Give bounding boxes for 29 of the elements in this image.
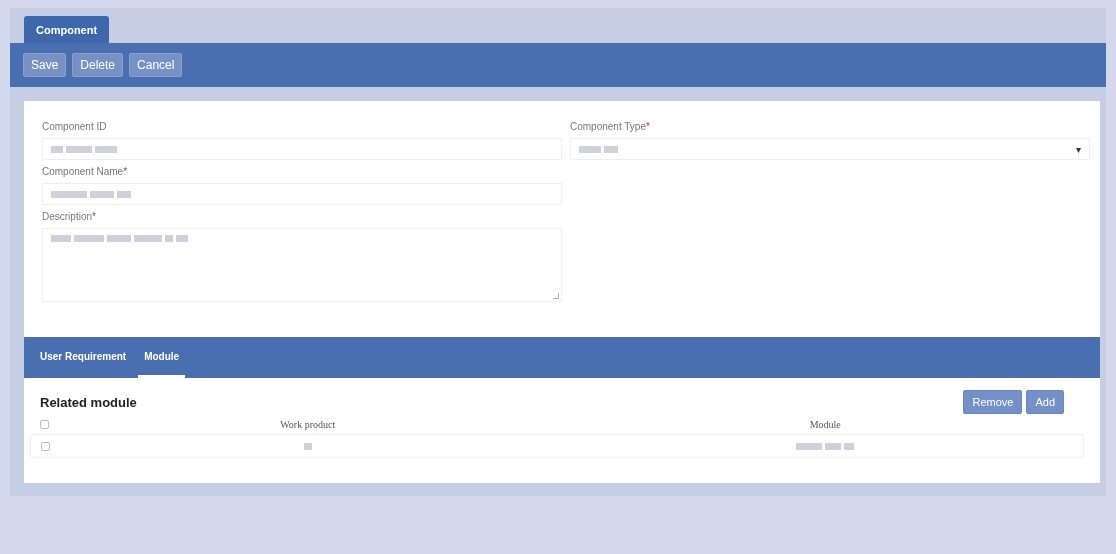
blurred-value [579, 145, 618, 153]
blurred-value [795, 442, 854, 450]
required-mark: * [646, 121, 650, 132]
checkbox[interactable] [40, 419, 49, 429]
resize-grip-icon [553, 293, 559, 299]
select-field[interactable]: ▾ [570, 138, 1090, 160]
tab[interactable]: Component [24, 16, 110, 43]
column-header: Work product [280, 418, 336, 430]
input-field[interactable] [42, 138, 562, 160]
blurred-value [304, 442, 313, 450]
column-header: Module [809, 418, 841, 430]
blurred-value [51, 145, 117, 153]
required-mark: * [92, 211, 96, 222]
action-button[interactable]: Add [1026, 390, 1064, 414]
field-label: Description* [42, 211, 97, 222]
input-field[interactable] [42, 183, 562, 205]
action-button[interactable]: Remove [963, 390, 1023, 414]
required-mark: * [123, 166, 128, 177]
section-title: Related module [40, 394, 137, 410]
tab[interactable]: User Requirement [34, 337, 133, 378]
field-label: Component ID [42, 121, 108, 132]
toolbar-button[interactable]: Delete [72, 53, 124, 77]
field-label: Component Name* [42, 166, 129, 177]
caret-icon: ▾ [1076, 143, 1081, 155]
checkbox[interactable] [41, 441, 50, 451]
toolbar-button[interactable]: Save [23, 53, 67, 77]
toolbar-button[interactable]: Cancel [129, 53, 183, 77]
field-label: Component Type* [570, 121, 651, 132]
text-area[interactable] [42, 228, 562, 302]
